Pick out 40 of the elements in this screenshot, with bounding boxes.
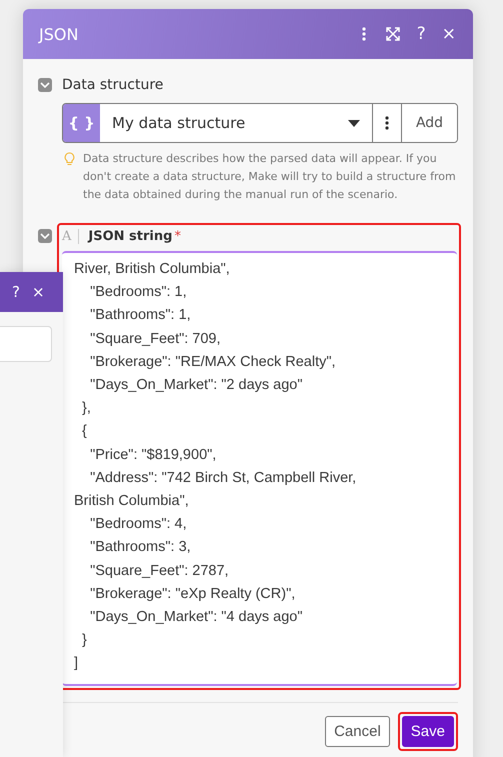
code-line: River, British Columbia", (74, 260, 231, 279)
help-button[interactable]: ? (12, 284, 20, 300)
code-line: "Bedrooms": 4, (89, 515, 188, 534)
code-line: "Bathrooms": 3, (89, 538, 192, 558)
save-button[interactable]: Save (402, 716, 454, 747)
close-button[interactable]: × (442, 26, 456, 42)
input-field[interactable] (0, 326, 52, 362)
more-icon (385, 116, 389, 130)
code-line: ] (74, 654, 80, 674)
code-line: "Days_On_Market": "2 days ago" (89, 376, 304, 396)
dialog-title: JSON (39, 24, 78, 44)
help-button[interactable]: ? (416, 26, 426, 42)
text-type-icon: A (62, 228, 72, 244)
code-line: "Square_Feet": 2787, (89, 562, 230, 581)
code-line: "Bedrooms": 1, (89, 283, 188, 302)
close-button[interactable]: × (32, 284, 45, 300)
code-line: "Address": "742 Birch St, Campbell River, (89, 468, 358, 488)
collapse-toggle[interactable] (38, 229, 52, 243)
expand-icon[interactable] (384, 26, 401, 42)
lightbulb-icon (64, 152, 75, 166)
collapse-toggle[interactable] (38, 78, 52, 92)
chevron-icon (40, 82, 50, 88)
code-line: "Brokerage": "eXp Realty (CR)", (89, 584, 296, 604)
code-line: } (81, 631, 88, 650)
field-label: Data structure (62, 77, 164, 93)
code-line: British Columbia", (74, 492, 190, 512)
required-mark: * (174, 228, 181, 244)
code-line: "Brokerage": "RE/MAX Check Realty", (89, 352, 337, 372)
code-line: "Days_On_Market": "4 days ago" (89, 608, 304, 628)
chevron-icon (40, 233, 50, 239)
hint-text: Data structure describes how the parsed data will appear. If you don't create a data structure, Make will try to build a structure from the data obtained during the manual run of the scenario. (83, 151, 457, 203)
code-line: "Bathrooms": 1, (89, 306, 192, 326)
field-label: JSON string (88, 228, 172, 244)
cancel-button[interactable]: Cancel (325, 716, 390, 747)
caret-icon (348, 120, 360, 126)
code-line: "Square_Feet": 709, (89, 330, 222, 349)
code-line: }, (81, 399, 92, 418)
code-line: "Price": "$819,900", (89, 446, 218, 465)
data-structure-icon: { } (63, 104, 100, 142)
code-line: { (81, 422, 88, 442)
